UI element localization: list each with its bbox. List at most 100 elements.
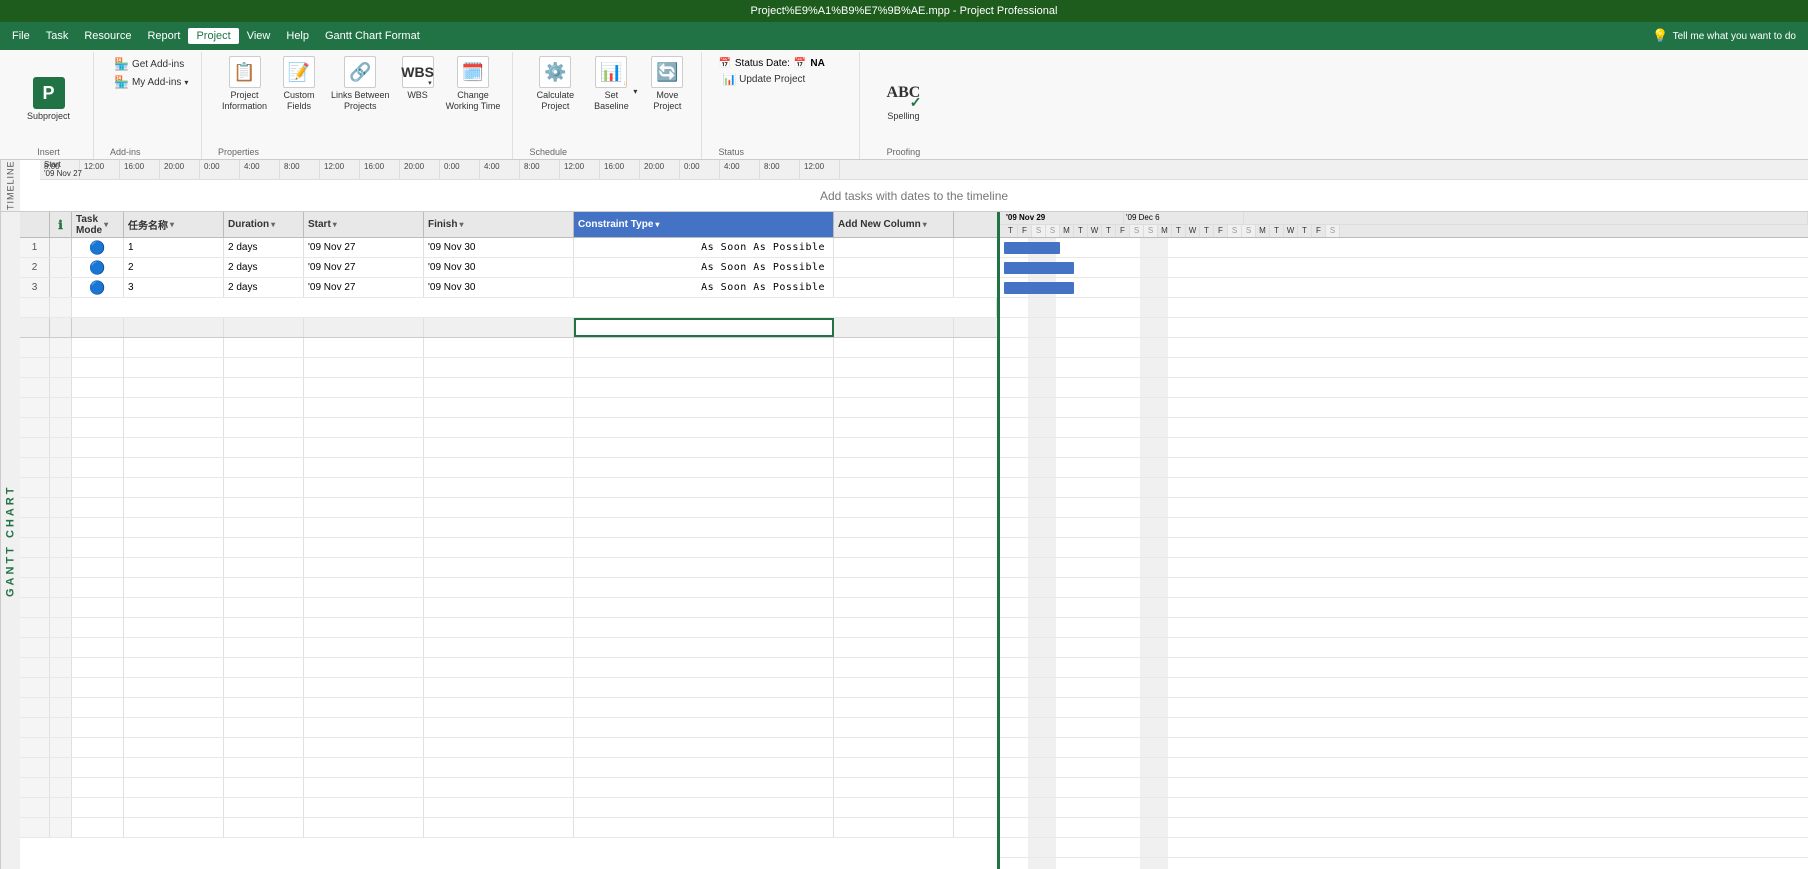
row-constraint-2[interactable]: As Soon As Possible [574,258,834,277]
row-finish-2[interactable]: '09 Nov 30 [424,258,574,277]
move-project-button[interactable]: 🔄 MoveProject [641,54,693,114]
chart-day-F3: F [1214,225,1228,237]
col-header-name[interactable]: 任务名称 ▾ [124,212,224,237]
addins-group-label: Add-ins [110,146,141,157]
constraint-selected-cell[interactable] [574,318,834,337]
menu-help[interactable]: Help [278,28,317,44]
col-header-addcol[interactable]: Add New Column ▾ [834,212,954,237]
table-body: 1 🔵 1 2 days '09 Nov 27 '09 Nov 30 As So… [20,238,997,869]
col-header-start[interactable]: Start ▾ [304,212,424,237]
table-row[interactable]: 3 🔵 3 2 days '09 Nov 27 '09 Nov 30 As So… [20,278,997,298]
menu-file[interactable]: File [4,28,38,44]
table-row[interactable]: 2 🔵 2 2 days '09 Nov 27 '09 Nov 30 As So… [20,258,997,278]
timeline-label: TIMELINE [0,160,20,211]
subproject-button[interactable]: P Subproject [21,75,76,124]
chart-day-W1: W [1088,225,1102,237]
chart-empty-row [1000,338,1808,358]
col-finish-arrow[interactable]: ▾ [459,220,463,229]
selected-empty-row[interactable] [20,318,997,338]
row-start-1[interactable]: '09 Nov 27 [304,238,424,257]
chart-empty-row [1000,758,1808,778]
col-name-label: 任务名称 [128,217,168,232]
chart-day-S3: S [1130,225,1144,237]
row-finish-3[interactable]: '09 Nov 30 [424,278,574,297]
col-taskmode-label: TaskMode [76,214,102,236]
chart-empty-row [1000,558,1808,578]
menu-task[interactable]: Task [38,28,77,44]
custom-fields-button[interactable]: 📝 CustomFields [275,54,323,114]
wbs-dropdown-arrow: ▾ [428,79,432,87]
empty-row [20,398,997,418]
col-header-duration[interactable]: Duration ▾ [224,212,304,237]
chart-day-S7: S [1326,225,1340,237]
get-addins-button[interactable]: 🏪 Get Add-ins [110,56,192,72]
timeline-area: TIMELINE Start '09 Nov 27 8:00 12:00 16:… [0,160,1808,212]
chart-date-dec6: '09 Dec 6 [1124,212,1244,224]
status-date-value: NA [810,58,824,69]
chart-day-S1: S [1032,225,1046,237]
my-addins-button[interactable]: 🏪 My Add-ins ▾ [110,74,192,90]
move-project-label: MoveProject [653,90,681,112]
project-info-button[interactable]: 📋 ProjectInformation [218,54,271,114]
chart-date-nov29: '09 Nov 29 [1004,212,1124,224]
insert-group-label: Insert [37,146,60,157]
row-name-1[interactable]: 1 [124,238,224,257]
row-start-3[interactable]: '09 Nov 27 [304,278,424,297]
gantt-bar-1 [1004,242,1060,254]
row-constraint-1[interactable]: As Soon As Possible [574,238,834,257]
col-start-arrow[interactable]: ▾ [333,220,337,229]
col-taskmode-arrow[interactable]: ▾ [104,220,108,229]
empty-row [20,738,997,758]
chart-day-S4: S [1144,225,1158,237]
col-start-label: Start [308,219,331,230]
chart-day-T1: T [1004,225,1018,237]
change-working-time-button[interactable]: 🗓️ ChangeWorking Time [442,54,505,114]
col-addcol-arrow[interactable]: ▾ [923,220,927,229]
menu-project[interactable]: Project [188,28,238,44]
wbs-button[interactable]: WBS ▾ WBS [398,54,438,103]
chart-row-1 [1000,238,1808,258]
row-name-3[interactable]: 3 [124,278,224,297]
custom-fields-label: CustomFields [284,90,315,112]
menu-report[interactable]: Report [139,28,188,44]
row-duration-2[interactable]: 2 days [224,258,304,277]
col-header-taskmode[interactable]: TaskMode ▾ [72,212,124,237]
timeline-message: Add tasks with dates to the timeline [820,189,1008,203]
calculate-button[interactable]: ⚙️ CalculateProject [529,54,581,114]
table-row[interactable]: 1 🔵 1 2 days '09 Nov 27 '09 Nov 30 As So… [20,238,997,258]
col-duration-label: Duration [228,219,269,230]
menu-gantt-format[interactable]: Gantt Chart Format [317,28,428,44]
chart-empty-row [1000,458,1808,478]
set-baseline-dropdown[interactable]: ▾ [633,87,637,96]
chart-empty-row [1000,378,1808,398]
spelling-label: Spelling [887,111,919,122]
col-header-constraint[interactable]: Constraint Type ▾ [574,212,834,237]
row-start-2[interactable]: '09 Nov 27 [304,258,424,277]
row-addcol-3 [834,278,954,297]
row-finish-1[interactable]: '09 Nov 30 [424,238,574,257]
set-baseline-button[interactable]: 📊 ↓ SetBaseline ▾ [585,54,637,114]
ribbon-group-addins: 🏪 Get Add-ins 🏪 My Add-ins ▾ Add-ins [102,52,202,159]
spelling-button[interactable]: ABC ✓ Spelling [883,75,923,124]
chart-day-M2: M [1158,225,1172,237]
chart-day-T5: T [1200,225,1214,237]
col-constraint-arrow[interactable]: ▾ [655,220,659,229]
update-project-button[interactable]: 📊 Update Project [718,72,824,87]
row-constraint-3[interactable]: As Soon As Possible [574,278,834,297]
chart-day-M1: M [1060,225,1074,237]
chart-empty-row [1000,478,1808,498]
menu-view[interactable]: View [239,28,279,44]
row-duration-3[interactable]: 2 days [224,278,304,297]
row-name-2[interactable]: 2 [124,258,224,277]
menu-resource[interactable]: Resource [76,28,139,44]
chart-day-T3: T [1102,225,1116,237]
col-duration-arrow[interactable]: ▾ [271,220,275,229]
row-duration-1[interactable]: 2 days [224,238,304,257]
row-addcol-1 [834,238,954,257]
chart-day-F2: F [1116,225,1130,237]
links-between-button[interactable]: 🔗 Links BetweenProjects [327,54,394,114]
col-name-arrow[interactable]: ▾ [170,220,174,229]
col-header-finish[interactable]: Finish ▾ [424,212,574,237]
chart-empty-row [1000,298,1808,318]
tell-me-input[interactable]: Tell me what you want to do [1673,31,1796,42]
